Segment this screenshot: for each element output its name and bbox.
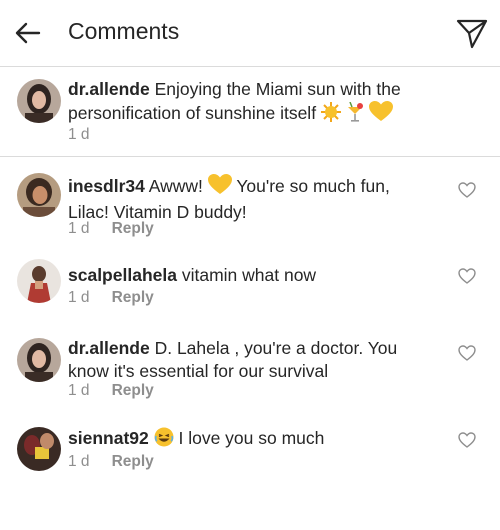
caption-username[interactable]: dr.allende: [68, 79, 150, 99]
comment-row: inesdlr34 Awww! You're so much fun, Lila…: [0, 160, 500, 240]
comment-text: dr.allende D. Lahela , you're a doctor. …: [68, 337, 418, 383]
comment-row: dr.allende D. Lahela , you're a doctor. …: [0, 325, 500, 415]
heart-outline-icon: [458, 345, 476, 361]
avatar-image: [17, 338, 61, 382]
avatar-image: [17, 427, 61, 471]
yellow-heart-emoji-icon: [207, 174, 232, 201]
reply-button[interactable]: Reply: [112, 453, 154, 470]
reply-button[interactable]: Reply: [112, 289, 154, 306]
comment-timestamp: 1 d: [68, 289, 90, 306]
comment-row: siennat92 I love you so much 1 d Reply: [0, 415, 500, 495]
comment-username[interactable]: dr.allende: [68, 338, 150, 358]
comment-body: vitamin what now: [181, 265, 317, 285]
like-button[interactable]: [458, 182, 476, 198]
avatar[interactable]: [17, 259, 61, 303]
comment-meta: 1 d Reply: [68, 453, 154, 471]
comment-username[interactable]: scalpellahela: [68, 265, 177, 285]
header-bar: Comments: [0, 0, 500, 66]
share-button[interactable]: [456, 17, 488, 49]
back-arrow-icon: [15, 22, 41, 44]
comment-timestamp: 1 d: [68, 382, 90, 399]
like-button[interactable]: [458, 345, 476, 361]
reply-button[interactable]: Reply: [112, 220, 154, 237]
caption-timestamp: 1 d: [68, 126, 90, 143]
tropical-drink-emoji-icon: [346, 101, 364, 128]
avatar-image: [17, 173, 61, 217]
reply-button[interactable]: Reply: [112, 382, 154, 399]
comment-meta: 1 d Reply: [68, 382, 154, 400]
comment-text: scalpellahela vitamin what now: [68, 264, 428, 287]
paper-plane-icon: [456, 19, 488, 49]
comment-username[interactable]: inesdlr34: [68, 176, 145, 196]
like-button[interactable]: [458, 268, 476, 284]
avatar[interactable]: [17, 427, 61, 471]
avatar[interactable]: [17, 79, 61, 123]
comment-timestamp: 1 d: [68, 220, 90, 237]
caption-row: dr.allende Enjoying the Miami sun with t…: [0, 66, 500, 156]
sun-emoji-icon: [320, 102, 341, 128]
heart-outline-icon: [458, 268, 476, 284]
page-title: Comments: [68, 18, 180, 44]
caption-divider: [0, 156, 500, 157]
heart-outline-icon: [458, 182, 476, 198]
laughing-face-emoji-icon: [154, 427, 174, 453]
yellow-heart-emoji-icon: [368, 101, 393, 128]
back-button[interactable]: [14, 19, 42, 47]
comment-text: siennat92 I love you so much: [68, 427, 428, 453]
comment-meta: 1 d Reply: [68, 289, 154, 307]
comment-timestamp: 1 d: [68, 453, 90, 470]
avatar[interactable]: [17, 338, 61, 382]
like-button[interactable]: [458, 432, 476, 448]
avatar[interactable]: [17, 173, 61, 217]
comment-meta: 1 d Reply: [68, 220, 154, 238]
comment-text: inesdlr34 Awww! You're so much fun, Lila…: [68, 174, 428, 224]
comment-row: scalpellahela vitamin what now 1 d Reply: [0, 250, 500, 320]
comment-username[interactable]: siennat92: [68, 428, 149, 448]
avatar-image: [17, 259, 61, 303]
heart-outline-icon: [458, 432, 476, 448]
caption-text: dr.allende Enjoying the Miami sun with t…: [68, 78, 428, 128]
comment-body: Awww!: [148, 176, 203, 196]
avatar-image: [17, 79, 61, 123]
comment-body: I love you so much: [178, 428, 325, 448]
